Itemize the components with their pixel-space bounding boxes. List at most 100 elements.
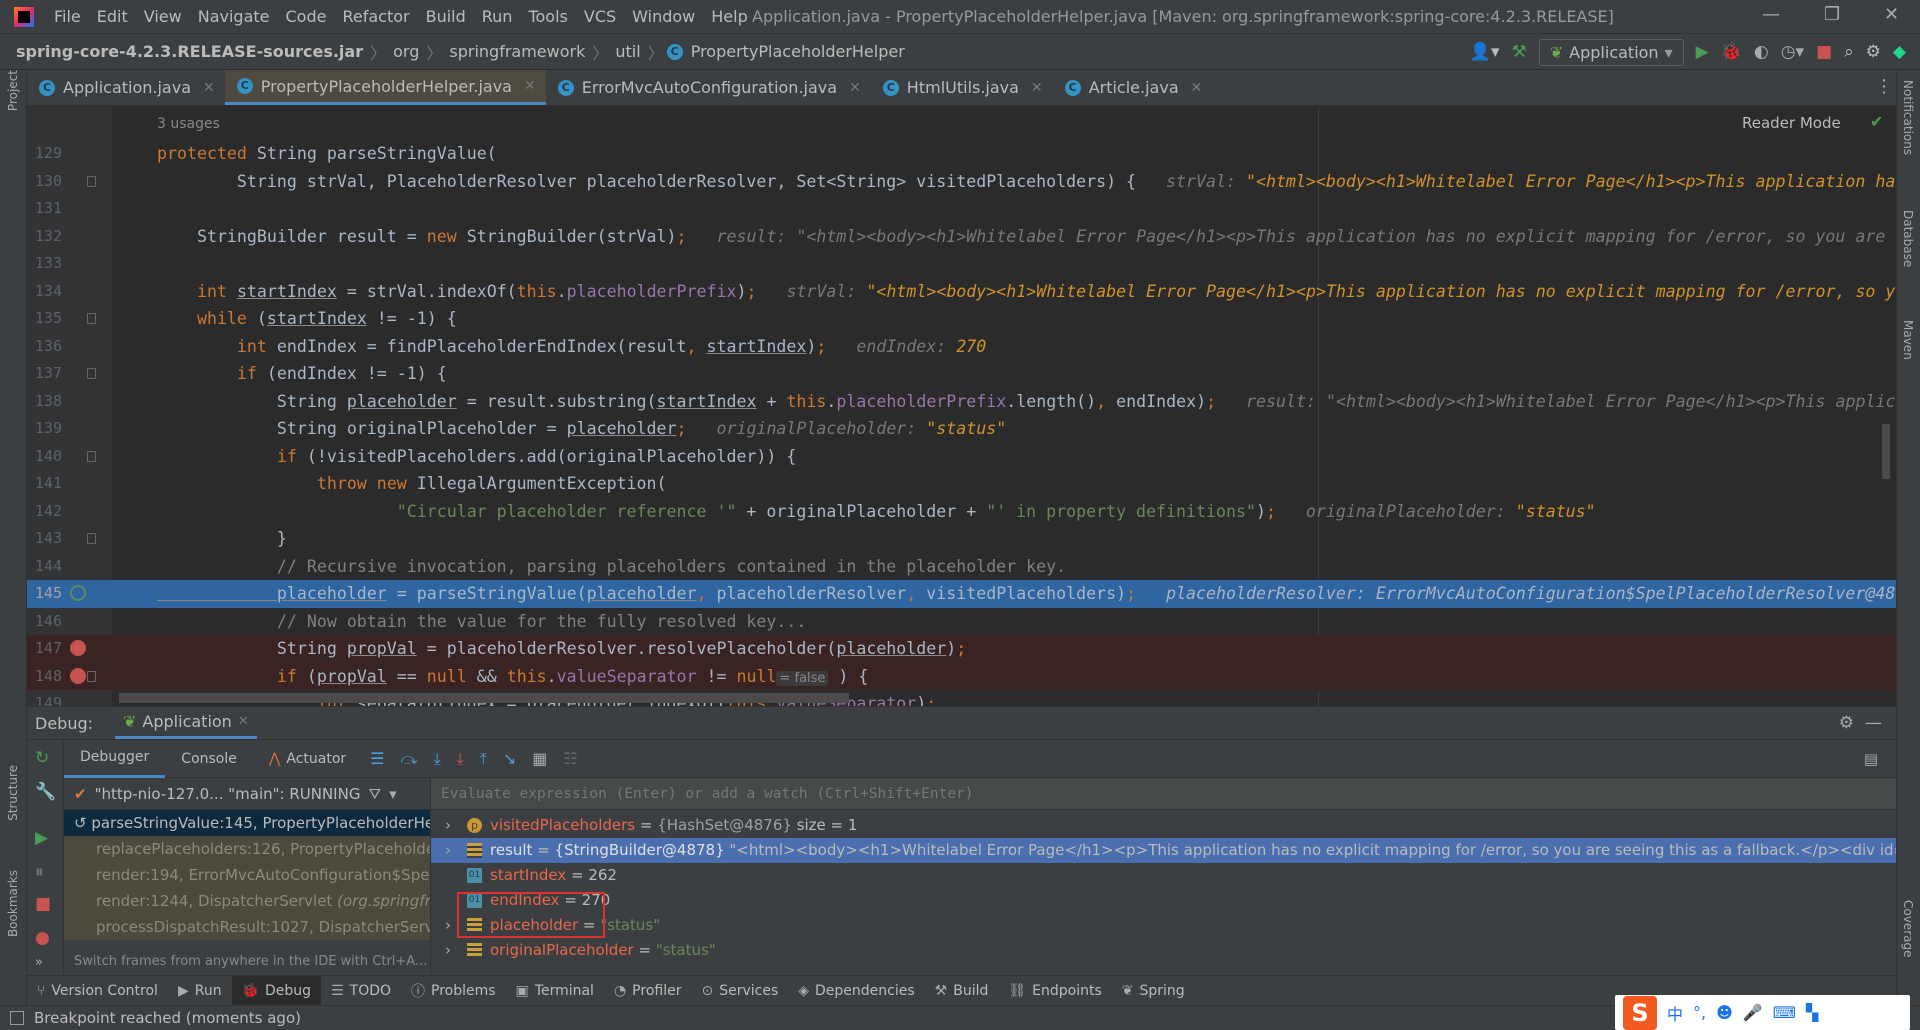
force-step-into-icon[interactable]: ⤓ [457, 749, 464, 769]
tool-tab-dependencies[interactable]: ◈ Dependencies [788, 976, 924, 1006]
profiler-icon[interactable]: ◷▾ [1781, 42, 1804, 62]
code-line[interactable]: 133 [27, 250, 1896, 278]
reader-mode-button[interactable]: Reader Mode [1742, 114, 1841, 132]
expand-arrow-icon[interactable]: › [445, 938, 467, 963]
tab-actuator[interactable]: ⋀ Actuator [253, 740, 362, 778]
variable-visitedPlaceholders[interactable]: › p visitedPlaceholders = {HashSet@4876} s… [431, 813, 1896, 838]
tool-tab-terminal[interactable]: ▣ Terminal [506, 976, 604, 1006]
code-line[interactable]: 140 if (!visitedPlaceholders.add(origina… [27, 443, 1896, 471]
tool-tab-spring[interactable]: ❦ Spring [1112, 976, 1195, 1006]
breakpoint-icon[interactable] [70, 667, 86, 684]
more-tabs-icon[interactable]: ⋮ [1875, 76, 1893, 97]
code-line[interactable]: 130 String strVal, PlaceholderResolver p… [27, 168, 1896, 196]
breadcrumb-item[interactable]: spring-core-4.2.3.RELEASE-sources.jar [12, 42, 367, 61]
restore-icon[interactable]: ❐ [1824, 4, 1840, 25]
toggle-tool-windows-icon[interactable] [10, 1011, 24, 1025]
tool-tab-services[interactable]: ⊙ Services [691, 976, 788, 1006]
ime-punctuation[interactable]: °, [1693, 1003, 1706, 1022]
code-line[interactable]: 147 String propVal = placeholderResolver… [27, 635, 1896, 663]
variable-result[interactable]: › result = {StringBuilder@4878} "<html><b… [431, 838, 1896, 863]
close-tab-icon[interactable]: ✕ [1031, 80, 1043, 96]
maven-tool-button[interactable]: Maven [1901, 320, 1915, 360]
expand-arrow-icon[interactable]: › [445, 838, 467, 863]
run-to-cursor-icon[interactable]: ↘ [503, 749, 516, 768]
usages-hint[interactable]: 3 usages [157, 116, 220, 132]
tab-htmlutils[interactable]: C HtmlUtils.java ✕ [871, 70, 1053, 105]
tab-debugger[interactable]: Debugger [64, 740, 166, 778]
close-tab-icon[interactable]: ✕ [849, 80, 861, 96]
variable-placeholder[interactable]: › placeholder = "status" [431, 913, 1896, 938]
filter-icon[interactable]: ⛛ [368, 785, 381, 803]
breadcrumb-item[interactable]: PropertyPlaceholderHelper [687, 42, 909, 61]
user-icon[interactable]: 👤▾ [1470, 42, 1500, 62]
variable-startIndex[interactable]: 01 startIndex = 262 [431, 863, 1896, 888]
tab-propertyplaceholderhelper[interactable]: C PropertyPlaceholderHelper.java ✕ [224, 70, 546, 105]
stop-icon[interactable]: ■ [35, 894, 51, 914]
view-breakpoints-icon[interactable]: ● [35, 928, 50, 948]
horizontal-scrollbar[interactable] [119, 693, 849, 703]
structure-tool-button[interactable]: Structure [6, 765, 20, 821]
breadcrumb-item[interactable]: util [611, 42, 644, 61]
stop-icon[interactable]: ■ [1816, 42, 1832, 62]
menu-run[interactable]: Run [474, 7, 521, 26]
tool-tab-run[interactable]: ▶ Run [168, 976, 232, 1006]
step-over-icon[interactable]: ⤼ [400, 749, 417, 769]
toolbox-icon[interactable]: ◆ [1893, 42, 1906, 62]
run-configuration-select[interactable]: ❦ Application ▾ [1538, 38, 1684, 66]
microphone-icon[interactable]: 🎤 [1743, 1003, 1763, 1022]
run-icon[interactable]: ▶ [1696, 42, 1709, 62]
menu-refactor[interactable]: Refactor [334, 7, 417, 26]
fold-icon[interactable] [87, 313, 96, 324]
close-icon[interactable]: ✕ [238, 714, 249, 729]
menu-build[interactable]: Build [418, 7, 474, 26]
menu-navigate[interactable]: Navigate [190, 7, 278, 26]
chevron-down-icon[interactable]: ▾ [389, 785, 397, 803]
close-tab-icon[interactable]: ✕ [1191, 80, 1203, 96]
stack-frame[interactable]: replacePlaceholders:126, PropertyPlaceho… [64, 836, 430, 862]
bookmarks-tool-button[interactable]: Bookmarks [6, 870, 20, 937]
menu-edit[interactable]: Edit [89, 7, 136, 26]
emoji-icon[interactable]: ☻ [1716, 1003, 1733, 1022]
build-hammer-icon[interactable]: ⚒ [1512, 42, 1527, 62]
code-line[interactable]: 138 String placeholder = result.substrin… [27, 388, 1896, 416]
current-execution-line[interactable]: 145 placeholder = parseStringValue(place… [27, 580, 1896, 608]
coverage-tool-button[interactable]: Coverage [1901, 900, 1915, 958]
tool-tab-profiler[interactable]: ◔ Profiler [604, 976, 692, 1006]
code-line[interactable]: 148 if (propVal == null && this.valueSep… [27, 662, 1896, 690]
ime-language[interactable]: 中 [1667, 1001, 1683, 1025]
tab-application[interactable]: C Application.java ✕ [27, 70, 225, 105]
code-line[interactable]: 144 // Recursive invocation, parsing pla… [27, 553, 1896, 581]
fold-icon[interactable] [87, 450, 96, 462]
step-out-icon[interactable]: ⤒ [480, 749, 487, 769]
step-into-icon[interactable]: ⤓ [434, 749, 441, 769]
code-line[interactable]: 134 int startIndex = strVal.indexOf(this… [27, 278, 1896, 306]
fold-icon[interactable] [87, 670, 96, 682]
expand-arrow-icon[interactable]: › [445, 813, 467, 838]
stack-frame[interactable]: render:194, ErrorMvcAutoConfiguration$Sp… [64, 862, 430, 888]
code-line[interactable]: 146 // Now obtain the value for the full… [27, 608, 1896, 636]
vertical-scrollbar[interactable] [1882, 424, 1890, 479]
pause-icon[interactable]: ⏸ [35, 862, 44, 882]
hide-icon[interactable]: — [1865, 713, 1882, 733]
variable-originalPlaceholder[interactable]: › originalPlaceholder = "status" [431, 938, 1896, 963]
tool-tab-version-control[interactable]: ⑂ Version Control [27, 976, 168, 1006]
code-line[interactable]: 139 String originalPlaceholder = placeho… [27, 415, 1896, 443]
tool-tab-problems[interactable]: ⓘ Problems [401, 976, 506, 1006]
stack-frame[interactable]: render:1244, DispatcherServlet (org.spri… [64, 888, 430, 914]
gear-icon[interactable]: ⚙ [1839, 713, 1854, 733]
toolbox-icon[interactable]: ▚ [1806, 1003, 1818, 1022]
close-tab-icon[interactable]: ✕ [524, 78, 536, 94]
tab-console[interactable]: Console [165, 740, 253, 778]
trace-stream-icon[interactable]: ☷ [563, 749, 577, 768]
breadcrumb-item[interactable]: org [389, 42, 423, 61]
code-line[interactable]: 131 [27, 195, 1896, 223]
variable-endIndex[interactable]: 01 endIndex = 270 [431, 888, 1896, 913]
close-icon[interactable]: ✕ [1884, 4, 1899, 25]
menu-help[interactable]: Help [703, 7, 755, 26]
debug-icon[interactable]: 🐞 [1721, 42, 1742, 62]
thread-selector[interactable]: ✔ "http-nio-127.0... "main": RUNNING ⛛ ▾ [64, 778, 430, 810]
tool-tab-todo[interactable]: ☰ TODO [321, 976, 401, 1006]
resume-icon[interactable]: ▶ [35, 828, 48, 848]
menu-code[interactable]: Code [278, 7, 335, 26]
tool-tab-build[interactable]: ⚒ Build [925, 976, 999, 1006]
